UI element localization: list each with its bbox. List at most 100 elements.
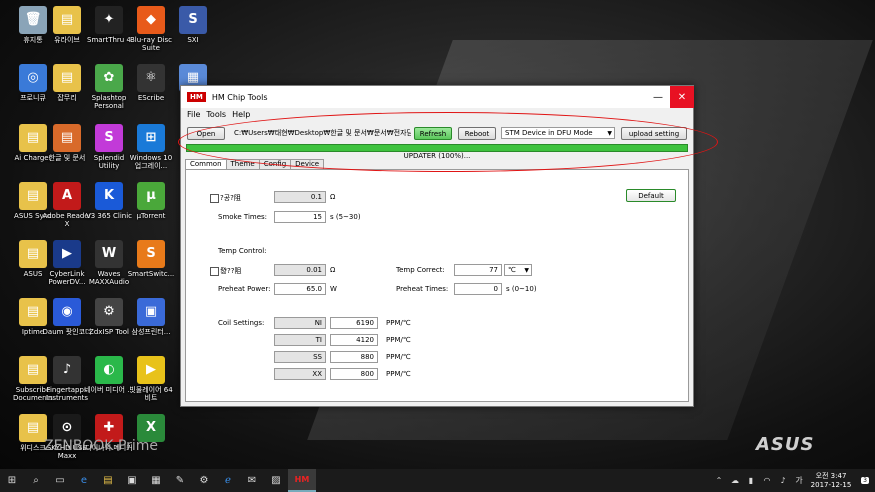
app-icon: ▤ [53, 6, 81, 34]
app-icon: ⊞ [137, 124, 165, 152]
volume-icon[interactable]: ♪ [775, 469, 791, 492]
desktop-icon[interactable]: ▣ 삼성프린터... [126, 298, 176, 336]
desktop-icon[interactable]: µ μTorrent [126, 182, 176, 220]
coil-unit: PPM/℃ [386, 370, 411, 378]
temp-correct-label: Temp Correct: [396, 266, 445, 274]
app-icon: ⚙ [95, 298, 123, 326]
wallpaper-watermark: ZENBOOK Prime [44, 438, 159, 454]
app-icon: S [95, 124, 123, 152]
desktop-icon-label: SXI [187, 36, 199, 44]
app-icon: ♪ [53, 356, 81, 384]
temp-resistance-label: 發??阻 [220, 267, 242, 275]
app-icon: ⚛ [137, 64, 165, 92]
start-icon[interactable]: ⊞ [0, 469, 24, 492]
app-icon: ▣ [137, 298, 165, 326]
desktop-icon[interactable]: S SXI [168, 6, 218, 44]
resistance-value: 0.1 [310, 193, 322, 201]
smoke-times-unit: s (5~30) [330, 213, 361, 221]
battery-icon[interactable]: ▮ [743, 469, 759, 492]
clock[interactable]: 오전 3:47 2017-12-15 [807, 472, 855, 490]
smoke-times-label: Smoke Times: [218, 213, 268, 221]
resistance-unit: Ω [330, 193, 336, 201]
app-icon: ✦ [95, 6, 123, 34]
search-icon[interactable]: ⌕ [24, 469, 48, 492]
calculator-icon[interactable]: ▦ [144, 469, 168, 492]
ie-icon[interactable]: ℯ [216, 469, 240, 492]
preheat-times-unit: s (0~10) [506, 285, 537, 293]
desktop-icon[interactable]: ⊞ Windows 10 업그레이... [126, 124, 176, 170]
desktop-icon-label: μTorrent [136, 212, 166, 220]
default-button[interactable]: Default [626, 189, 676, 202]
temp-control-label: Temp Control: [218, 247, 267, 255]
coil-value-input[interactable]: 4120 [330, 334, 378, 346]
app-icon: ▶ [53, 240, 81, 268]
smoke-times-input[interactable]: 15 [274, 211, 326, 223]
app-icon: ▤ [53, 124, 81, 152]
photos-icon[interactable]: ▨ [264, 469, 288, 492]
minimize-button[interactable]: — [646, 86, 670, 108]
notification-icon[interactable]: 3 [855, 469, 875, 492]
clock-time: 오전 3:47 [815, 471, 847, 480]
app-icon: K [95, 182, 123, 210]
file-explorer-icon[interactable]: ▤ [96, 469, 120, 492]
temp-unit-select[interactable]: ℃ ▼ [504, 264, 532, 276]
desktop-icon[interactable]: ▶ 빗물레이어 64 비트 [126, 356, 176, 402]
store-icon[interactable]: ▣ [120, 469, 144, 492]
edge-icon[interactable]: e [72, 469, 96, 492]
desktop-icon-label: SmartSwitc... [127, 270, 175, 278]
app-icon: ▤ [53, 64, 81, 92]
app-icon: µ [137, 182, 165, 210]
app-icon: A [53, 182, 81, 210]
clock-date: 2017-12-15 [810, 480, 852, 489]
preheat-times-input[interactable]: 0 [454, 283, 502, 295]
temp-correct-input[interactable]: 77 [454, 264, 502, 276]
desktop-icon-label: 빗물레이어 64 비트 [129, 386, 173, 402]
temp-resistance-value: 0.01 [306, 266, 322, 274]
chevron-down-icon: ▼ [524, 266, 529, 274]
preheat-power-unit: W [330, 285, 337, 293]
paint-icon[interactable]: ✎ [168, 469, 192, 492]
common-panel: ?공?阻 0.1 Ω Default Smoke Times: 15 s (5~… [185, 169, 689, 402]
title-bar[interactable]: HM HM Chip Tools — ✕ [181, 86, 694, 108]
menu-file[interactable]: File [187, 110, 200, 119]
notification-badge: 3 [861, 477, 869, 484]
taskbar: ⊞ ⌕ ▭ e ▤ ▣ ▦ ✎ ⚙ ℯ ✉ ▨ HM ⌃ ☁ ▮ ◠ ♪ 가 오… [0, 469, 875, 492]
task-view-icon[interactable]: ▭ [48, 469, 72, 492]
coil-unit: PPM/℃ [386, 353, 411, 361]
app-badge: HM [187, 92, 206, 102]
resistance-field: 0.1 [274, 191, 326, 203]
cloud-icon[interactable]: ☁ [727, 469, 743, 492]
app-icon: W [95, 240, 123, 268]
annotation-ellipse [178, 112, 718, 172]
preheat-power-value: 65.0 [306, 285, 322, 293]
temp-resistance-field: 0.01 [274, 264, 326, 276]
app-icon: S [137, 240, 165, 268]
menu-help[interactable]: Help [232, 110, 250, 119]
desktop-icon-label: 삼성프린터... [131, 328, 171, 336]
temp-resistance-checkbox[interactable] [210, 267, 219, 276]
settings-icon[interactable]: ⚙ [192, 469, 216, 492]
coil-value-input[interactable]: 800 [330, 368, 378, 380]
window-title: HM Chip Tools [211, 92, 268, 102]
menu-tools[interactable]: Tools [206, 110, 226, 119]
app-icon: ▶ [137, 356, 165, 384]
mail-icon[interactable]: ✉ [240, 469, 264, 492]
app-icon: ◉ [53, 298, 81, 326]
app-icon: ◐ [95, 356, 123, 384]
preheat-times-label: Preheat Times: [396, 285, 449, 293]
resistance-checkbox[interactable] [210, 194, 219, 203]
coil-value-input[interactable]: 880 [330, 351, 378, 363]
desktop-icon[interactable]: S SmartSwitc... [126, 240, 176, 278]
preheat-power-input[interactable]: 65.0 [274, 283, 326, 295]
wifi-icon[interactable]: ◠ [759, 469, 775, 492]
hm-chip-tools-taskbar-button[interactable]: HM [288, 469, 316, 492]
ime-icon[interactable]: 가 [791, 469, 807, 492]
chevron-up-icon[interactable]: ⌃ [711, 469, 727, 492]
preheat-power-label: Preheat Power: [218, 285, 271, 293]
coil-value-input[interactable]: 6190 [330, 317, 378, 329]
app-icon: ✿ [95, 64, 123, 92]
coil-name-field: TI [274, 334, 326, 346]
desktop-icon-label: Windows 10 업그레이... [129, 154, 173, 170]
close-button[interactable]: ✕ [670, 86, 694, 108]
app-icon: ◆ [137, 6, 165, 34]
